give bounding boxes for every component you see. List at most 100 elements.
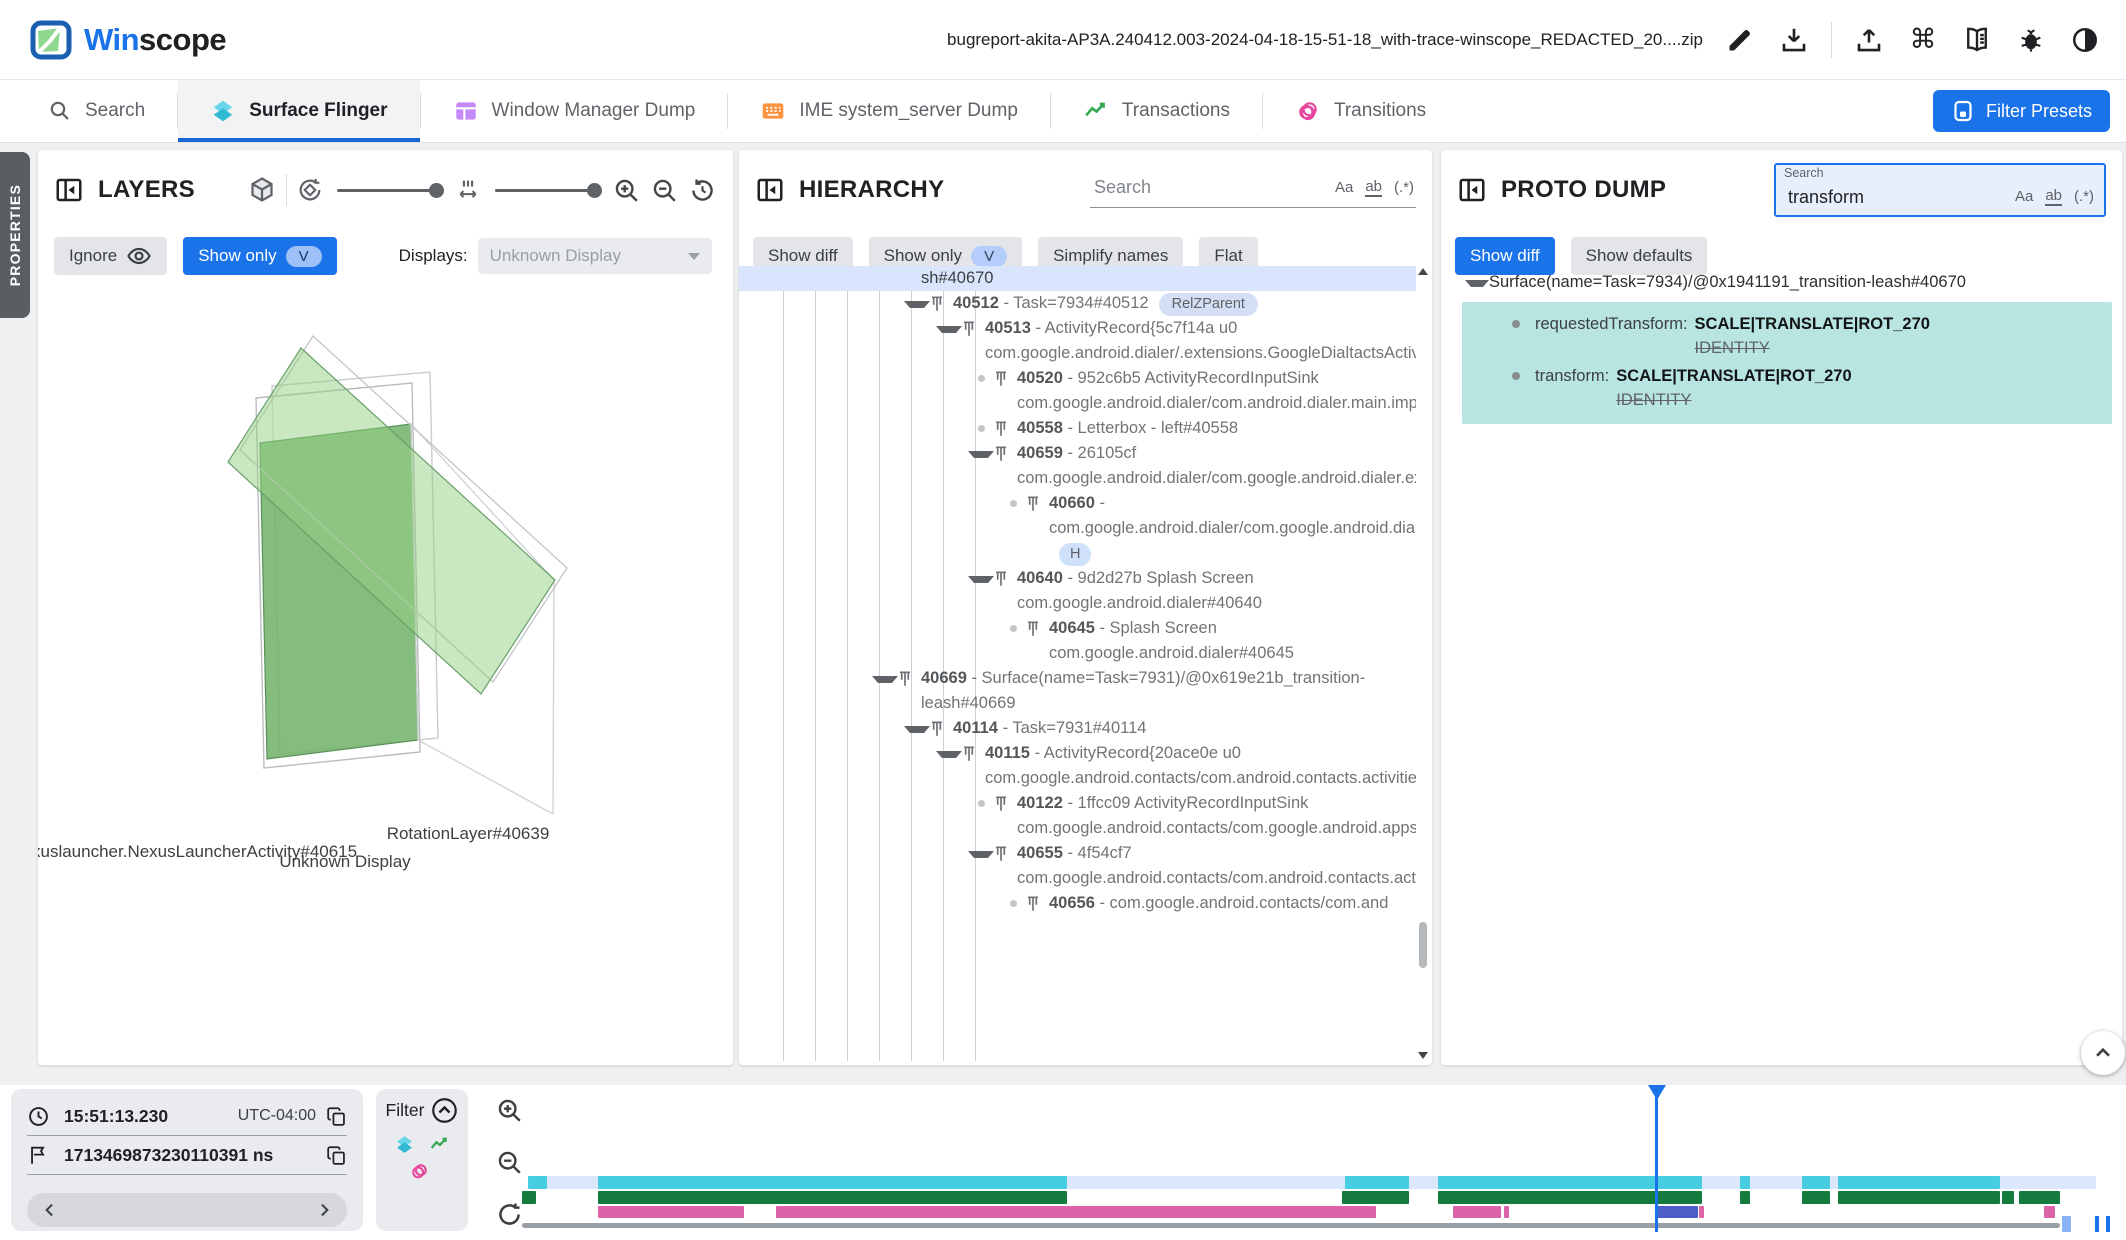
collapse-panel-icon[interactable] [54,175,84,205]
timeline-cursor[interactable] [1655,1085,1658,1232]
ns-time-value[interactable]: 1713469873230110391 ns [64,1145,273,1166]
pin-icon[interactable] [1026,891,1049,913]
copy-icon[interactable] [326,1106,347,1127]
pin-icon[interactable] [994,441,1017,463]
scroll-down-icon[interactable] [1418,1052,1428,1059]
timeline-segment-surface-flinger[interactable] [1838,1176,2000,1189]
expander-icon[interactable] [936,741,962,758]
collapse-panel-icon[interactable] [755,175,785,205]
properties-side-tab[interactable]: PROPERTIES [0,152,30,318]
match-word-icon[interactable]: ab [2045,187,2062,206]
timeline-segment-surface-flinger[interactable] [598,1176,1068,1189]
pin-icon[interactable] [994,366,1017,388]
tree-node-40122[interactable]: 40122 - 1ffcc09 ActivityRecordInputSink … [739,791,1416,841]
tab-search[interactable]: Search [16,80,177,142]
next-entry-icon[interactable] [314,1200,334,1220]
filter-presets-button[interactable]: Filter Presets [1933,90,2110,132]
tree-node-40660[interactable]: 40660 - com.google.android.dialer/com.go… [739,491,1416,566]
hierarchy-search-input[interactable] [1092,176,1266,199]
tree-node-40655[interactable]: 40655 - 4f54cf7 com.google.android.conta… [739,841,1416,891]
tab-transitions[interactable]: Transitions [1263,80,1458,142]
download-icon[interactable] [1777,23,1811,57]
tab-transactions[interactable]: Transactions [1051,80,1262,142]
timeline-segment-transitions[interactable] [1504,1206,1509,1218]
tree-node-selected[interactable]: sh#40670 [739,266,1416,291]
timeline-zoom-reset-icon[interactable] [494,1199,524,1229]
match-word-icon[interactable]: ab [1365,178,1382,197]
expander-icon[interactable] [968,441,994,458]
timeline-segment-transitions[interactable] [776,1206,1376,1218]
pin-icon[interactable] [962,316,985,338]
tree-node-40513[interactable]: 40513 - ActivityRecord{5c7f14a u0 com.go… [739,316,1416,366]
pin-icon[interactable] [994,791,1017,813]
proto-root-node[interactable]: Surface(name=Task=7934)/@0x1941191_trans… [1441,268,2122,296]
hierarchy-scrollbar[interactable] [1417,266,1430,1061]
timeline-scroll-marker[interactable] [2106,1216,2110,1232]
expand-timeline-button[interactable] [2081,1031,2125,1075]
tab-window-manager[interactable]: Window Manager Dump [421,80,728,142]
rotation-slider[interactable] [337,189,441,192]
expander-icon[interactable] [904,291,930,308]
pin-icon[interactable] [1026,491,1049,513]
human-time-value[interactable]: 15:51:13.230 [64,1106,168,1127]
upload-icon[interactable] [1852,23,1886,57]
spacing-slider-handle[interactable] [587,183,602,198]
timeline-segment-transactions[interactable] [522,1191,536,1204]
tree-node-40520[interactable]: 40520 - 952c6b5 ActivityRecordInputSink … [739,366,1416,416]
timeline-segment-surface-flinger[interactable] [528,1176,547,1189]
rotation-slider-handle[interactable] [429,183,444,198]
prev-entry-icon[interactable] [40,1200,60,1220]
pin-icon[interactable] [994,566,1017,588]
expander-icon[interactable] [968,841,994,858]
timeline-segment-transactions[interactable] [1342,1191,1410,1204]
timeline-segment-transitions[interactable] [2044,1206,2055,1218]
pin-icon[interactable] [930,716,953,738]
timeline-segment-transactions[interactable] [2002,1191,2015,1204]
timeline-segment-surface-flinger[interactable] [1802,1176,1830,1189]
timeline-segment-surface-flinger[interactable] [1345,1176,1410,1189]
timeline-segment-surface-flinger[interactable] [1438,1176,1703,1189]
dark-mode-icon[interactable] [2068,23,2102,57]
shortcuts-icon[interactable]: ⌘ [1906,23,1940,57]
timeline-segment-transitions[interactable] [1453,1206,1500,1218]
edit-icon[interactable] [1723,23,1757,57]
proto-search-field[interactable]: Search Aa ab (.*) [1774,163,2106,217]
regex-icon[interactable]: (.*) [1394,179,1414,196]
filter-transitions-icon[interactable] [409,1161,430,1182]
scrollbar-thumb[interactable] [1419,922,1427,968]
timeline-segment-transitions[interactable] [1699,1206,1704,1218]
tree-node-40114[interactable]: 40114 - Task=7931#40114 [739,716,1416,741]
tree-node-40669[interactable]: 40669 - Surface(name=Task=7931)/@0x619e2… [739,666,1416,716]
timeline-segment-transactions[interactable] [2019,1191,2060,1204]
expander-icon[interactable] [1465,270,1489,287]
timeline-zoom-in-icon[interactable] [494,1095,524,1125]
tree-node-40512[interactable]: 40512 - Task=7934#40512RelZParent [739,291,1416,316]
pin-icon[interactable] [962,741,985,763]
filter-transactions-icon[interactable] [429,1134,450,1155]
report-bug-icon[interactable] [2014,23,2048,57]
scroll-up-icon[interactable] [1418,268,1428,275]
timeline-zoom-out-icon[interactable] [494,1147,524,1177]
proto-search-input[interactable] [1786,186,1950,209]
zoom-out-icon[interactable] [650,176,679,205]
timeline-segment-transactions[interactable] [1838,1191,2000,1204]
timeline-scroll-marker[interactable] [2062,1216,2071,1232]
expander-icon[interactable] [936,316,962,333]
pin-icon[interactable] [994,416,1017,438]
expander-icon[interactable] [968,566,994,583]
copy-icon[interactable] [326,1145,347,1166]
documentation-icon[interactable] [1960,23,1994,57]
timeline-segment-transactions[interactable] [1438,1191,1703,1204]
timeline-scroll-marker[interactable] [2095,1216,2099,1232]
timeline-segment-transactions[interactable] [1802,1191,1830,1204]
timeline-segment-transitions[interactable] [1657,1206,1698,1218]
layers-3d-viewport[interactable]: RotationLayer#40639xuslauncher.NexusLaun… [38,268,733,1065]
hierarchy-search-field[interactable]: Aa ab (.*) [1090,172,1416,208]
pin-icon[interactable] [898,666,921,688]
expander-icon[interactable] [904,716,930,733]
tree-node-40659[interactable]: 40659 - 26105cf com.google.android.diale… [739,441,1416,491]
zoom-in-icon[interactable] [612,176,641,205]
pin-icon[interactable] [994,841,1017,863]
filter-surface-flinger-icon[interactable] [394,1134,415,1155]
timeline-segment-transitions[interactable] [598,1206,745,1218]
